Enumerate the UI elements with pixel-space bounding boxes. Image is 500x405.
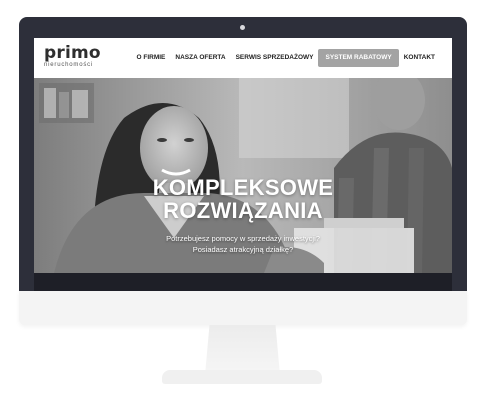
monitor-chin <box>19 291 467 325</box>
logo-tagline: nieruchomości <box>44 62 94 68</box>
monitor-stand-neck <box>205 325 280 375</box>
site-header: primo nieruchomości O FIRMIE NASZA OFERT… <box>34 38 452 79</box>
hero-subtitle-line2: Posiadasz atrakcyjną działkę? <box>192 245 294 254</box>
website-screen: primo nieruchomości O FIRMIE NASZA OFERT… <box>34 38 452 273</box>
hero-title-line1: KOMPLEKSOWE <box>152 175 334 200</box>
hero-subtitle: Potrzebujesz pomocy w sprzedaży inwestyc… <box>34 233 452 255</box>
logo-wordmark: primo <box>44 43 101 63</box>
site-logo[interactable]: primo nieruchomości <box>44 45 101 69</box>
webcam-icon <box>240 25 245 30</box>
hero-subtitle-line1: Potrzebujesz pomocy w sprzedaży inwestyc… <box>166 234 320 243</box>
screen-bottom-edge <box>34 273 452 291</box>
hero-banner: KOMPLEKSOWE ROZWIĄZANIA Potrzebujesz pom… <box>34 78 452 273</box>
nav-item-kontakt[interactable]: KONTAKT <box>399 49 440 67</box>
monitor-stand-base <box>162 370 322 384</box>
hero-title-line2: ROZWIĄZANIA <box>163 198 323 223</box>
nav-item-serwis-sprzedazowy[interactable]: SERWIS SPRZEDAŻOWY <box>231 49 319 67</box>
nav-item-nasza-oferta[interactable]: NASZA OFERTA <box>170 49 230 67</box>
hero-title: KOMPLEKSOWE ROZWIĄZANIA <box>34 176 452 222</box>
main-navigation: O FIRMIE NASZA OFERTA SERWIS SPRZEDAŻOWY… <box>132 49 441 67</box>
nav-item-o-firmie[interactable]: O FIRMIE <box>132 49 171 67</box>
nav-item-system-rabatowy[interactable]: SYSTEM RABATOWY <box>318 49 399 67</box>
